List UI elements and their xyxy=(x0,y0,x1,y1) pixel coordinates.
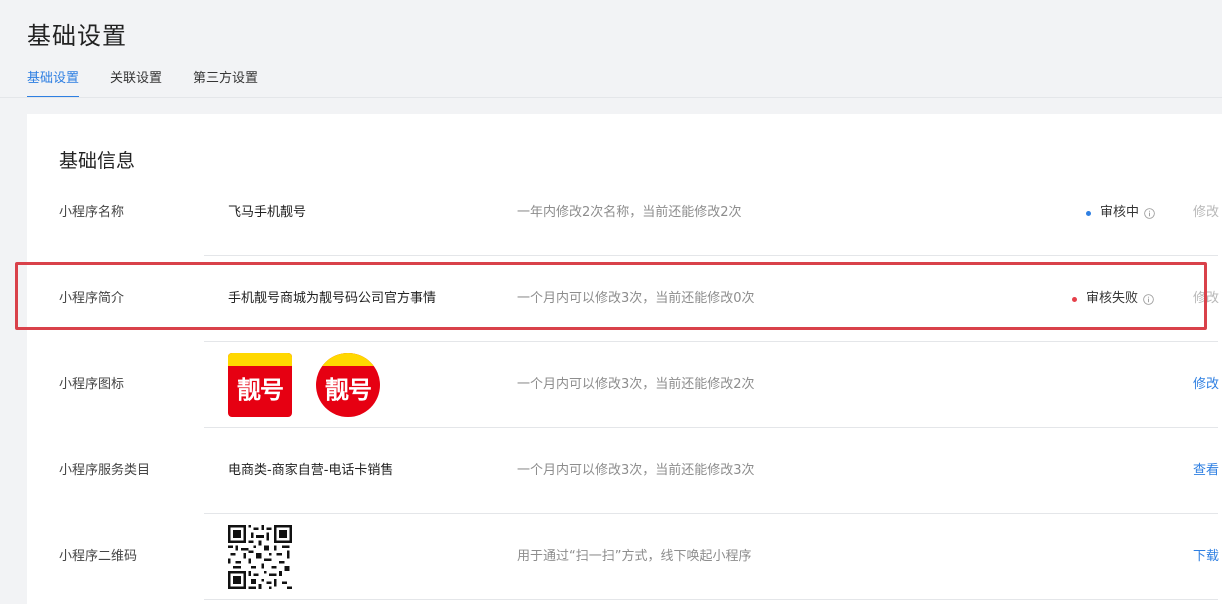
status-text: 审核中 xyxy=(1100,205,1140,220)
square-app-icon: 靓号 xyxy=(228,353,292,417)
status-dot xyxy=(1086,210,1091,216)
row-value: 飞马手机靓号 xyxy=(228,205,307,220)
icon-text: 靓号 xyxy=(237,376,284,404)
tab-basic-settings[interactable]: 基础设置 xyxy=(27,70,80,98)
row-hint: 一年内修改2次名称，当前还能修改2次 xyxy=(517,205,742,220)
row-hint: 一个月内可以修改3次，当前还能修改3次 xyxy=(517,463,755,478)
edit-icon-button[interactable]: 修改 xyxy=(1193,342,1219,428)
page-title: 基础设置 xyxy=(27,22,127,50)
row-divider xyxy=(204,599,1218,600)
status-badge: 审核中 xyxy=(1086,170,1155,256)
row-service-category: 小程序服务类目 电商类-商家自营-电话卡销售 一个月内可以修改3次，当前还能修改… xyxy=(27,428,1222,514)
tab-third-party-settings[interactable]: 第三方设置 xyxy=(193,70,258,96)
view-category-button[interactable]: 查看 xyxy=(1193,428,1219,514)
highlight-box xyxy=(15,262,1207,330)
row-qr-code: 小程序二维码 用于通过“扫一扫”方式，线下唤起小程序 下载 xyxy=(27,514,1222,600)
row-label: 小程序图标 xyxy=(59,377,125,392)
row-mini-program-name: 小程序名称 飞马手机靓号 一年内修改2次名称，当前还能修改2次 审核中 修改 xyxy=(27,170,1222,256)
round-app-icon: 靓号 xyxy=(316,353,380,417)
tab-related-settings[interactable]: 关联设置 xyxy=(110,70,162,96)
info-icon[interactable] xyxy=(1144,207,1155,219)
qr-code-image xyxy=(228,525,292,589)
row-hint: 一个月内可以修改3次，当前还能修改2次 xyxy=(517,377,755,392)
basic-info-panel: 基础信息 小程序名称 飞马手机靓号 一年内修改2次名称，当前还能修改2次 审核中… xyxy=(27,114,1222,604)
row-label: 小程序服务类目 xyxy=(59,463,151,478)
edit-name-button[interactable]: 修改 xyxy=(1193,170,1219,256)
tab-bar: 基础设置 关联设置 第三方设置 xyxy=(27,70,289,98)
section-title: 基础信息 xyxy=(59,150,136,172)
download-qr-button[interactable]: 下载 xyxy=(1193,514,1219,600)
row-value: 电商类-商家自营-电话卡销售 xyxy=(228,463,394,478)
row-mini-program-icon: 小程序图标 靓号 靓号 一个月内可以修改3次，当前还能修改2次 修改 xyxy=(27,342,1222,428)
tabs-divider xyxy=(0,97,1222,98)
row-label: 小程序二维码 xyxy=(59,549,138,564)
icon-text: 靓号 xyxy=(325,376,372,404)
row-label: 小程序名称 xyxy=(59,205,125,220)
row-hint: 用于通过“扫一扫”方式，线下唤起小程序 xyxy=(517,549,752,564)
